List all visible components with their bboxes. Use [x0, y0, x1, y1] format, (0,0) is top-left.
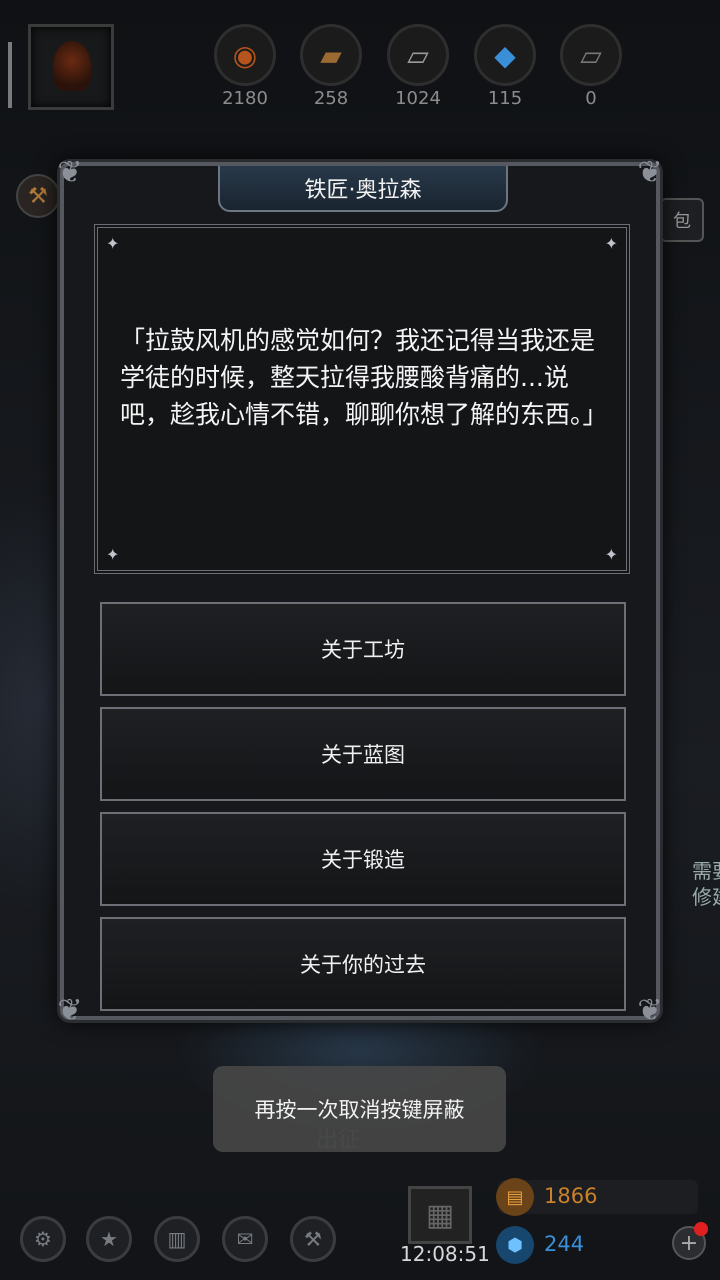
sparkle-icon: ✦	[604, 545, 618, 564]
ornament-corner-icon: ❦	[637, 154, 663, 190]
gold-value: 1866	[544, 1184, 598, 1208]
gem-value: 244	[544, 1232, 585, 1256]
sparkle-icon: ✦	[106, 234, 120, 253]
gem-counter: ⬢ 244	[496, 1226, 698, 1264]
achievement-star-icon[interactable]: ★	[86, 1216, 132, 1262]
resource-copper: ◉ 2180	[210, 24, 280, 109]
blue-crystal-icon: ◆	[474, 24, 536, 86]
tools-icon[interactable]: ⚒	[290, 1216, 336, 1262]
clock-timer: 12:08:51	[400, 1242, 490, 1266]
player-portrait[interactable]	[28, 24, 114, 110]
settings-gear-icon[interactable]: ⚙	[20, 1216, 66, 1262]
copper-ore-icon: ◉	[214, 24, 276, 86]
option-forging-button[interactable]: 关于锻造	[100, 812, 626, 906]
ornament-corner-icon: ❦	[637, 992, 663, 1028]
menu-edge-handle[interactable]	[8, 42, 12, 108]
sparkle-icon: ✦	[604, 234, 618, 253]
codex-icon[interactable]: ▥	[154, 1216, 200, 1262]
resource-wood: ▰ 258	[296, 24, 366, 109]
ornament-corner-icon: ❦	[57, 154, 83, 190]
steel-ingot-icon: ▱	[560, 24, 622, 86]
resource-crystal-count: 115	[487, 88, 523, 109]
bag-button[interactable]: 包	[660, 198, 704, 242]
gold-coin-icon: ▤	[496, 1178, 534, 1216]
sparkle-icon: ✦	[106, 545, 120, 564]
npc-name-title: 铁匠·奥拉森	[218, 166, 508, 212]
npc-speech-text: 「拉鼓风机的感觉如何？我还记得当我还是学徒的时候，整天拉得我腰酸背痛的...说吧…	[120, 326, 608, 429]
gold-counter: ▤ 1866	[496, 1178, 698, 1216]
resource-crystal: ◆ 115	[470, 24, 540, 109]
resource-iron-count: 1024	[395, 88, 441, 109]
resource-iron: ▱ 1024	[383, 24, 453, 109]
npc-dialog: ❦ ❦ ❦ ❦ 铁匠·奥拉森 ✦ ✦ ✦ ✦ 「拉鼓风机的感觉如何？我还记得当我…	[57, 155, 662, 1028]
option-workshop-button[interactable]: 关于工坊	[100, 602, 626, 696]
iron-ingot-icon: ▱	[387, 24, 449, 86]
ornament-corner-icon: ❦	[57, 992, 83, 1028]
resource-copper-count: 2180	[222, 88, 268, 109]
build-required-note: 需要修建	[692, 859, 720, 909]
mail-icon[interactable]: ✉	[222, 1216, 268, 1262]
option-past-button[interactable]: 关于你的过去	[100, 917, 626, 1011]
gift-box-icon[interactable]: ▦	[408, 1186, 472, 1244]
resource-steel-count: 0	[585, 88, 597, 109]
option-blueprint-button[interactable]: 关于蓝图	[100, 707, 626, 801]
notification-dot	[694, 1222, 708, 1236]
gem-icon: ⬢	[496, 1226, 534, 1264]
toast-message: 再按一次取消按键屏蔽	[213, 1066, 506, 1152]
wood-planks-icon: ▰	[300, 24, 362, 86]
hooded-avatar-icon	[53, 41, 91, 91]
resource-steel: ▱ 0	[556, 24, 626, 109]
resource-wood-count: 258	[313, 88, 349, 109]
speech-panel: ✦ ✦ ✦ ✦ 「拉鼓风机的感觉如何？我还记得当我还是学徒的时候，整天拉得我腰酸…	[94, 224, 630, 574]
